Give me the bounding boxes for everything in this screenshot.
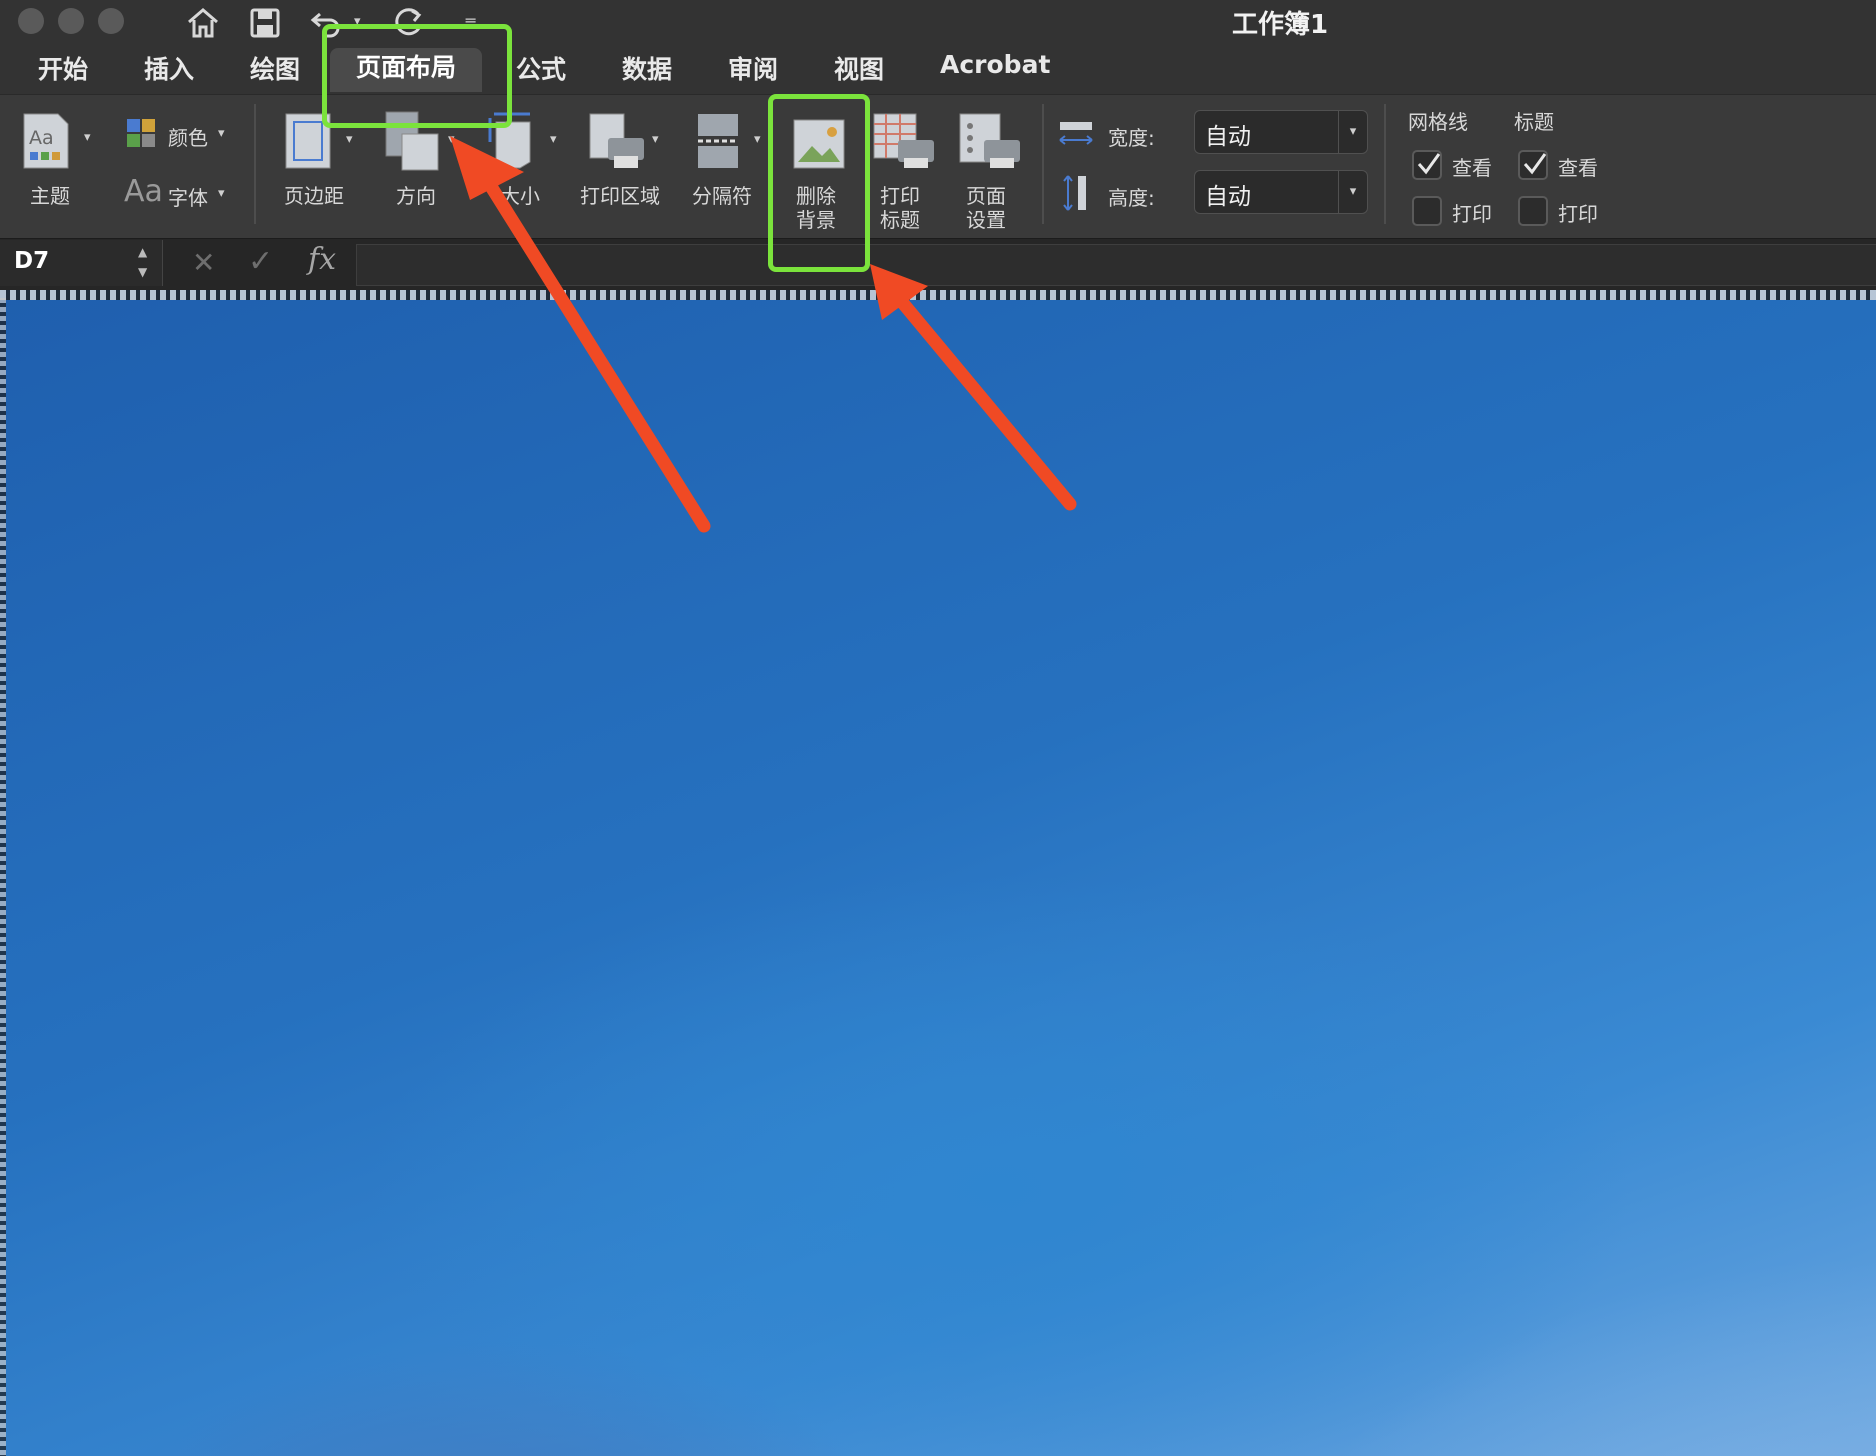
arrow-to-page-layout-tab [450,136,711,533]
annotation-arrows [450,136,1077,533]
arrow-to-delete-background [870,264,1077,511]
